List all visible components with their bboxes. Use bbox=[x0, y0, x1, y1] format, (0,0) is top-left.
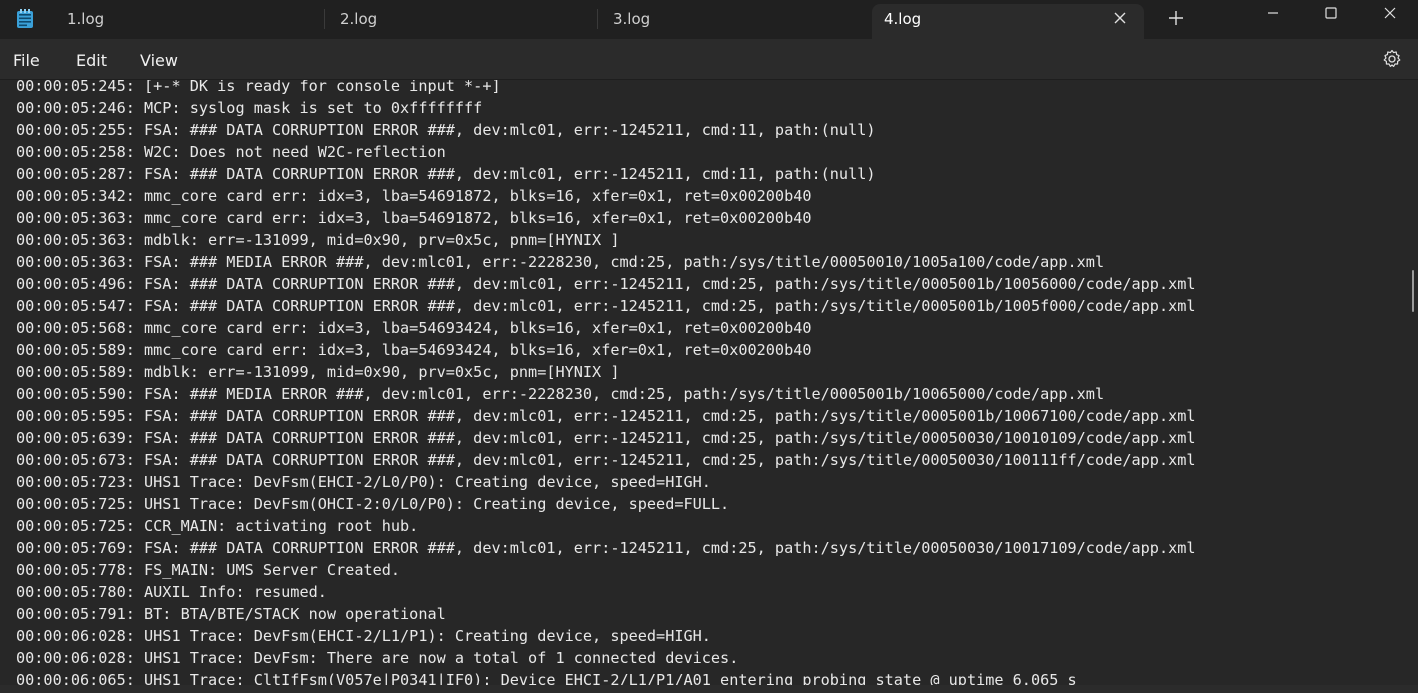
log-lines: 00:00:05:245: [+-* DK is ready for conso… bbox=[16, 80, 1196, 691]
text-line: 00:00:05:791: BT: BTA/BTE/STACK now oper… bbox=[16, 605, 446, 623]
text-line: 00:00:05:342: mmc_core card err: idx=3, … bbox=[16, 187, 812, 205]
menu-bar: File Edit View bbox=[0, 39, 1418, 80]
minimize-icon[interactable] bbox=[1250, 0, 1296, 30]
tab-label: 3.log bbox=[613, 10, 651, 28]
text-line: 00:00:05:496: FSA: ### DATA CORRUPTION E… bbox=[16, 275, 1196, 293]
menu-file[interactable]: File bbox=[13, 51, 40, 70]
text-line: 00:00:05:595: FSA: ### DATA CORRUPTION E… bbox=[16, 407, 1196, 425]
text-line: 00:00:05:725: CCR_MAIN: activating root … bbox=[16, 517, 419, 535]
text-line: 00:00:05:246: MCP: syslog mask is set to… bbox=[16, 99, 483, 117]
text-line: 00:00:05:778: FS_MAIN: UMS Server Create… bbox=[16, 561, 401, 579]
title-bar: 1.log 2.log 3.log 4.log bbox=[0, 0, 1418, 39]
text-line: 00:00:05:363: mmc_core card err: idx=3, … bbox=[16, 209, 812, 227]
tab-label: 4.log bbox=[884, 10, 922, 28]
tab-label: 2.log bbox=[340, 10, 378, 28]
text-line: 00:00:05:255: FSA: ### DATA CORRUPTION E… bbox=[16, 121, 876, 139]
text-line: 00:00:06:028: UHS1 Trace: DevFsm: There … bbox=[16, 649, 739, 667]
text-line: 00:00:05:725: UHS1 Trace: DevFsm(OHCI-2:… bbox=[16, 495, 730, 513]
tab-label: 1.log bbox=[67, 10, 105, 28]
close-icon[interactable] bbox=[1110, 9, 1130, 29]
maximize-icon[interactable] bbox=[1308, 0, 1354, 30]
text-line: 00:00:05:639: FSA: ### DATA CORRUPTION E… bbox=[16, 429, 1196, 447]
text-line: 00:00:05:769: FSA: ### DATA CORRUPTION E… bbox=[16, 539, 1196, 557]
text-line: 00:00:05:589: mdblk: err=-131099, mid=0x… bbox=[16, 363, 620, 381]
scrollbar-thumb[interactable] bbox=[1412, 270, 1414, 312]
text-line: 00:00:05:287: FSA: ### DATA CORRUPTION E… bbox=[16, 165, 876, 183]
tab-1-log[interactable]: 1.log bbox=[53, 0, 325, 39]
text-line: 00:00:05:723: UHS1 Trace: DevFsm(EHCI-2/… bbox=[16, 473, 711, 491]
text-line: 00:00:05:590: FSA: ### MEDIA ERROR ###, … bbox=[16, 385, 1105, 403]
text-line: 00:00:05:363: mdblk: err=-131099, mid=0x… bbox=[16, 231, 620, 249]
text-line: 00:00:05:363: FSA: ### MEDIA ERROR ###, … bbox=[16, 253, 1105, 271]
gear-icon[interactable] bbox=[1382, 49, 1402, 69]
text-line: 00:00:05:568: mmc_core card err: idx=3, … bbox=[16, 319, 812, 337]
text-line: 00:00:05:547: FSA: ### DATA CORRUPTION E… bbox=[16, 297, 1196, 315]
menu-view[interactable]: View bbox=[140, 51, 178, 70]
tab-4-log[interactable]: 4.log bbox=[872, 4, 1144, 39]
vertical-scrollbar[interactable] bbox=[1408, 80, 1418, 693]
text-line: 00:00:05:258: W2C: Does not need W2C-ref… bbox=[16, 143, 446, 161]
text-line: 00:00:05:245: [+-* DK is ready for conso… bbox=[16, 80, 501, 95]
text-line: 00:00:05:780: AUXIL Info: resumed. bbox=[16, 583, 327, 601]
menu-edit[interactable]: Edit bbox=[76, 51, 107, 70]
plus-icon[interactable] bbox=[1164, 7, 1188, 31]
notepad-icon bbox=[16, 9, 34, 29]
text-line: 00:00:05:673: FSA: ### DATA CORRUPTION E… bbox=[16, 451, 1196, 469]
tab-divider bbox=[597, 9, 598, 29]
text-line: 00:00:06:028: UHS1 Trace: DevFsm(EHCI-2/… bbox=[16, 627, 711, 645]
tab-divider bbox=[324, 9, 325, 29]
tab-2-log[interactable]: 2.log bbox=[326, 0, 598, 39]
status-bar bbox=[0, 685, 1418, 693]
text-line: 00:00:05:589: mmc_core card err: idx=3, … bbox=[16, 341, 812, 359]
close-icon[interactable] bbox=[1367, 0, 1413, 30]
text-editor[interactable]: 00:00:05:245: [+-* DK is ready for conso… bbox=[0, 80, 1408, 693]
tab-3-log[interactable]: 3.log bbox=[599, 0, 871, 39]
